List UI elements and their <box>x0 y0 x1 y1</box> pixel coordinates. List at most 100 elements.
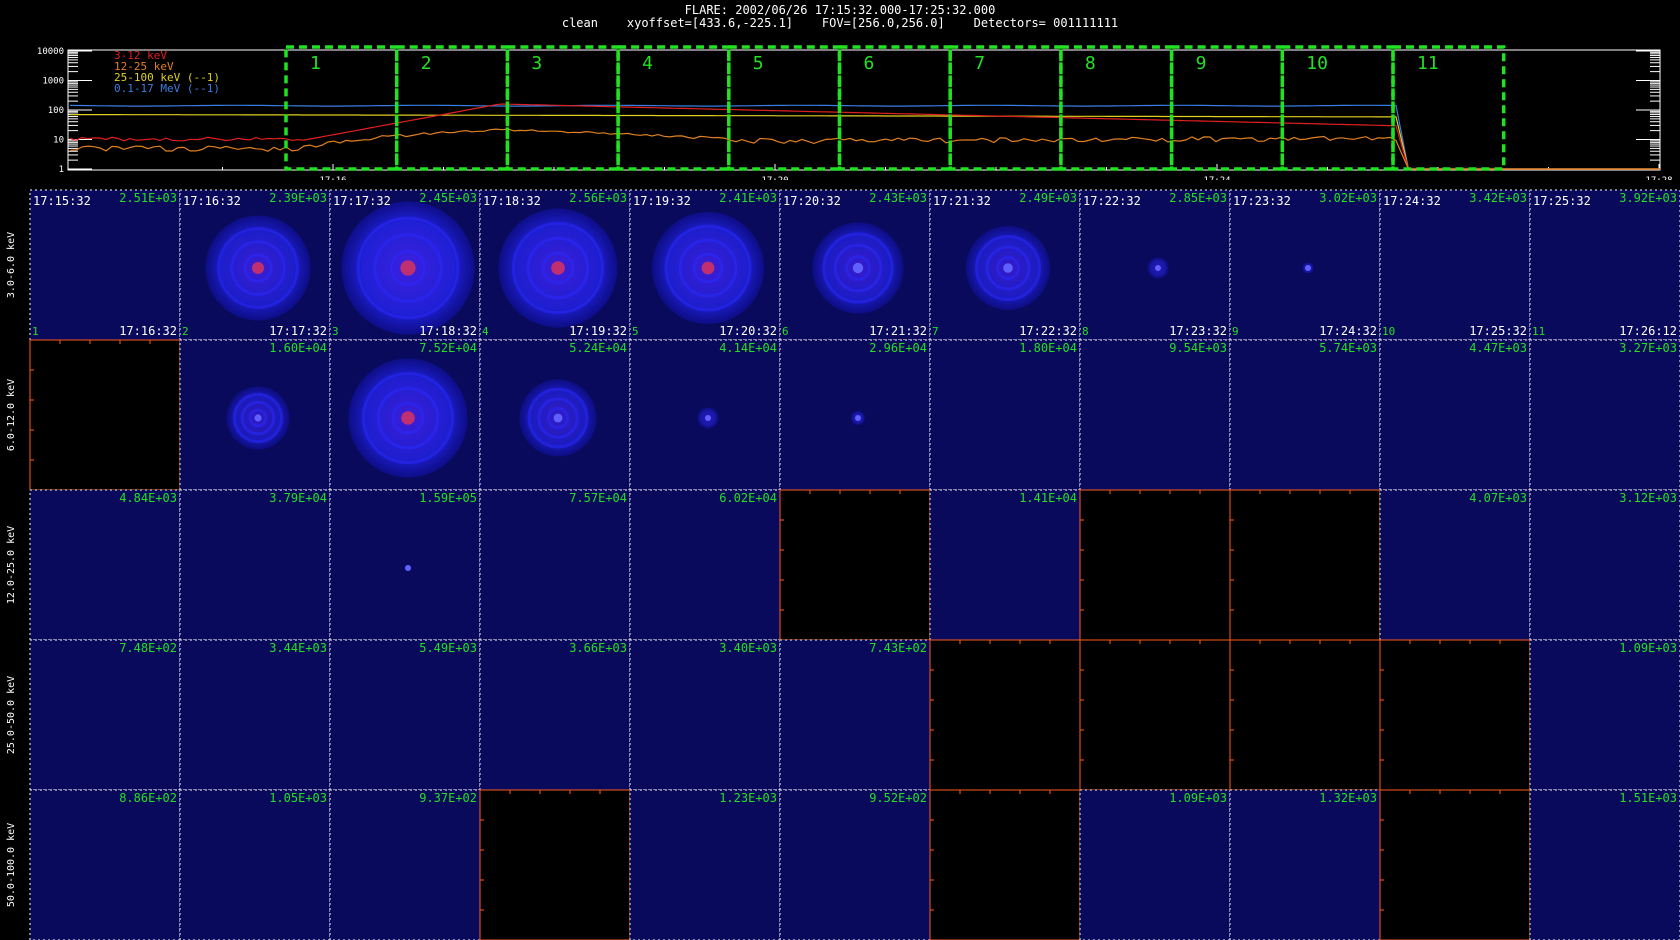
image-panel: 3.66E+03 <box>479 639 631 791</box>
max-value-label: 5.24E+04 <box>569 341 627 355</box>
energy-band-label: 12.0-25.0 keV <box>6 526 17 604</box>
start-time-label: 17:17:32 <box>333 194 391 208</box>
image-background <box>480 790 630 940</box>
image-background <box>30 190 180 340</box>
image-background <box>1080 790 1230 940</box>
image-panel: 4.47E+03 <box>1379 339 1531 491</box>
max-value-label: 1.05E+03 <box>269 791 327 805</box>
image-background <box>180 490 330 640</box>
image-panel: 1.32E+03 <box>1229 789 1381 940</box>
image-background <box>930 340 1080 490</box>
image-panel: 4.14E+04 <box>629 339 781 491</box>
image-panel: 4.84E+03 <box>29 489 181 641</box>
max-value-label: 7.57E+04 <box>569 491 627 505</box>
start-time-label: 17:25:32 <box>1533 194 1591 208</box>
image-panel: 2.49E+03 17:21:32 17:22:32 7 <box>929 189 1081 341</box>
image-panel: 3.92E+03 17:25:32 17:26:12 11 <box>1529 189 1680 341</box>
image-background <box>630 490 780 640</box>
image-panel: 1.59E+05 <box>329 489 481 641</box>
max-value-label: 1.80E+04 <box>1019 341 1077 355</box>
image-background <box>1380 790 1530 940</box>
image-panel: 2.56E+03 17:18:32 17:19:32 4 <box>479 189 631 341</box>
image-background <box>1080 490 1230 640</box>
end-time-label: 17:25:32 <box>1469 324 1527 338</box>
image-background <box>1530 790 1680 940</box>
image-panel: 1.41E+04 <box>929 489 1081 641</box>
start-time-label: 17:23:32 <box>1233 194 1291 208</box>
frame-number-label: 6 <box>782 325 789 338</box>
max-value-label: 8.86E+02 <box>119 791 177 805</box>
image-panel: 7.52E+04 <box>329 339 481 491</box>
image-panel: 1.80E+04 <box>929 339 1081 491</box>
energy-band-label: 25.0-50.0 keV <box>6 676 17 754</box>
image-panel: 3.79E+04 <box>179 489 331 641</box>
frame-number-label: 7 <box>932 325 939 338</box>
image-panel: 3.02E+03 17:23:32 17:24:32 9 <box>1229 189 1381 341</box>
source-core <box>252 262 264 274</box>
frame-number-label: 8 <box>1082 325 1089 338</box>
image-panel: 6.02E+04 <box>629 489 781 641</box>
image-panel: 3.44E+03 <box>179 639 331 791</box>
image-background <box>780 790 930 940</box>
source-core <box>701 261 715 275</box>
max-value-label: 1.09E+03 <box>1169 791 1227 805</box>
image-panel: 7.43E+02 <box>779 639 931 791</box>
start-time-label: 17:15:32 <box>33 194 91 208</box>
max-value-label: 4.84E+03 <box>119 491 177 505</box>
image-background <box>930 640 1080 790</box>
max-value-label: 3.02E+03 <box>1319 191 1377 205</box>
end-time-label: 17:23:32 <box>1169 324 1227 338</box>
max-value-label: 2.51E+03 <box>119 191 177 205</box>
end-time-label: 17:20:32 <box>719 324 777 338</box>
image-background <box>1530 190 1680 340</box>
source-core <box>705 415 711 421</box>
max-value-label: 3.79E+04 <box>269 491 327 505</box>
frame-number-label: 11 <box>1532 325 1545 338</box>
image-background <box>1530 340 1680 490</box>
image-background <box>30 790 180 940</box>
image-panel: 2.85E+03 17:22:32 17:23:32 8 <box>1079 189 1231 341</box>
start-time-label: 17:22:32 <box>1083 194 1141 208</box>
max-value-label: 9.54E+03 <box>1169 341 1227 355</box>
end-time-label: 17:17:32 <box>269 324 327 338</box>
source-core <box>254 414 262 422</box>
image-background <box>1230 340 1380 490</box>
max-value-label: 3.42E+03 <box>1469 191 1527 205</box>
source-core <box>1305 265 1311 271</box>
image-background <box>1080 640 1230 790</box>
max-value-label: 2.49E+03 <box>1019 191 1077 205</box>
image-panel: 2.51E+03 17:15:32 17:16:32 1 <box>29 189 181 341</box>
source-core <box>405 565 411 571</box>
image-panel: 7.48E+02 <box>29 639 181 791</box>
image-background <box>630 790 780 940</box>
max-value-label: 7.48E+02 <box>119 641 177 655</box>
image-background <box>30 340 180 490</box>
max-value-label: 2.41E+03 <box>719 191 777 205</box>
max-value-label: 6.02E+04 <box>719 491 777 505</box>
image-background <box>480 640 630 790</box>
image-panel <box>1229 489 1381 641</box>
image-panel: 5.49E+03 <box>329 639 481 791</box>
end-time-label: 17:24:32 <box>1319 324 1377 338</box>
image-panel: 8.86E+02 <box>29 789 181 940</box>
image-panel: 9.37E+02 <box>329 789 481 940</box>
image-background <box>1530 490 1680 640</box>
image-panel: 3.42E+03 17:24:32 17:25:32 10 <box>1379 189 1531 341</box>
max-value-label: 7.52E+04 <box>419 341 477 355</box>
frame-number-label: 2 <box>182 325 189 338</box>
max-value-label: 3.92E+03 <box>1619 191 1677 205</box>
image-panel: 1.51E+03 <box>1529 789 1680 940</box>
source-core <box>852 262 864 274</box>
image-background <box>180 640 330 790</box>
frame-number-label: 4 <box>482 325 489 338</box>
image-panel <box>479 789 631 940</box>
end-time-label: 17:22:32 <box>1019 324 1077 338</box>
image-background <box>1230 490 1380 640</box>
max-value-label: 5.49E+03 <box>419 641 477 655</box>
max-value-label: 3.12E+03 <box>1619 491 1677 505</box>
image-background <box>930 490 1080 640</box>
image-background <box>1230 790 1380 940</box>
max-value-label: 3.40E+03 <box>719 641 777 655</box>
image-panel: 2.41E+03 17:19:32 17:20:32 5 <box>629 189 781 341</box>
image-panel <box>1229 639 1381 791</box>
